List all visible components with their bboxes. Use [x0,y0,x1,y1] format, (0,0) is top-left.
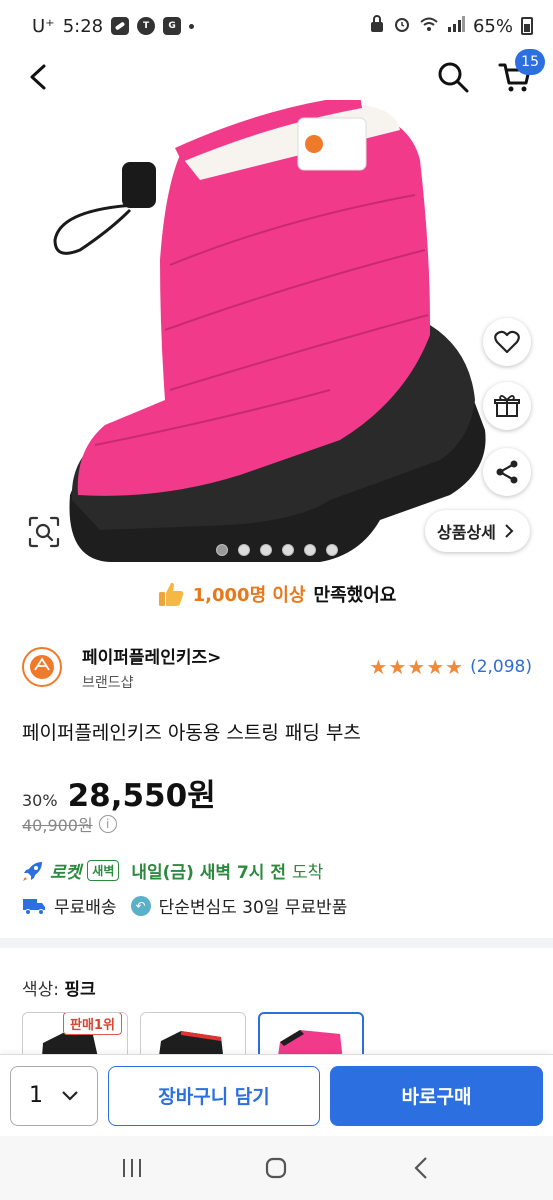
star-icon: ★ [407,655,426,679]
brand-name-link[interactable]: 페이퍼플레인키즈> [82,643,369,668]
discount-rate: 30% [22,791,58,810]
brand-text: 페이퍼플레인키즈> 브랜드샵 [82,643,369,692]
arrival-end: 도착 [291,863,324,883]
product-title: 페이퍼플레인키즈 아동용 스트링 패딩 부츠 [22,722,361,744]
truck-icon [23,898,45,915]
back-arrow-icon [30,64,46,89]
carousel-dot[interactable] [303,544,316,556]
section-divider [0,938,553,948]
carousel-indicator [0,544,553,556]
brand-logo[interactable] [22,647,62,687]
talk-icon: T [137,17,156,35]
add-to-cart-button[interactable]: 장바구니 담기 [108,1065,320,1126]
paper-planes-logo-icon [30,655,54,679]
search-button[interactable] [433,57,473,97]
rating[interactable]: ★ ★ ★ ★ ★ (2,098) [369,657,532,677]
quantity-select[interactable]: 1 [10,1065,98,1126]
color-label-prefix: 색상: [22,980,60,1000]
carrier-label: U⁺ [32,15,55,37]
status-left: U⁺ 5:28 T G [32,15,195,37]
return-icon: ↶ [130,895,151,916]
original-price: 40,900원 [22,816,93,835]
arrival-time: 내일(금) 새벽 7시 전 [131,863,286,883]
back-button[interactable] [18,57,58,97]
nav-actions: 15 [433,48,545,97]
product-detail-label: 상품상세 [437,523,496,542]
cart-button[interactable]: 15 [495,48,545,97]
satisfaction-count: 1,000명 이상 [192,585,306,606]
sale-price: 28,550원 [67,778,216,814]
carousel-dot[interactable] [325,544,338,556]
cart-count-badge: 15 [515,48,545,75]
price-row: 30% 28,550원 [22,770,216,815]
free-return-label: 단순변심도 30일 무료반품 [158,898,348,918]
search-icon [438,62,469,92]
free-shipping-label: 무료배송 [54,898,117,918]
status-time: 5:28 [62,15,104,37]
brand-row: 페이퍼플레인키즈> 브랜드샵 ★ ★ ★ ★ ★ (2,098) [22,642,532,692]
brand-shop-label: 브랜드샵 [82,674,134,691]
chevron-right-icon [505,524,514,538]
star-icon: ★ [369,655,388,679]
system-navigation-bar [0,1136,553,1200]
home-icon [266,1157,287,1179]
thumbs-up-icon [158,582,183,606]
color-option-label: 색상: 핑크 [22,975,96,1000]
product-image-carousel[interactable]: 상품상세 [0,100,553,572]
satisfaction-text: 만족했어요 [313,585,397,606]
lock-icon [369,14,385,38]
clip-icon [111,17,130,35]
top-navigation: 15 [0,48,553,102]
carousel-dot[interactable] [281,544,294,556]
buy-now-button[interactable]: 바로구매 [330,1065,543,1126]
system-back-button[interactable] [396,1148,446,1188]
share-button[interactable] [483,448,531,496]
delivery-row: 로켓 새벽 내일(금) 새벽 7시 전 도착 [22,858,323,883]
chevron-down-icon [62,1090,78,1101]
status-bar: U⁺ 5:28 T G 65% [0,0,553,52]
rocket-icon [23,861,42,881]
shipping-row: 무료배송 ↶ 단순변심도 30일 무료반품 [22,893,347,918]
battery-percent: 65% [472,15,513,37]
quantity-value: 1 [29,1083,43,1108]
carousel-dot[interactable] [237,544,250,556]
home-button[interactable] [251,1148,301,1188]
rocket-label: 로켓 [50,863,82,883]
heart-icon [494,330,520,354]
star-icon: ★ [445,655,464,679]
signal-icon [447,15,465,37]
purchase-action-bar: 1 장바구니 담기 바로구매 [0,1054,553,1136]
carousel-dot[interactable] [259,544,272,556]
info-icon[interactable]: i [98,815,117,833]
carousel-dot[interactable] [215,544,228,556]
selected-color: 핑크 [64,980,96,1000]
star-icon: ★ [426,655,445,679]
original-price-row: 40,900원 i [22,812,117,836]
wifi-icon [419,16,439,37]
recent-apps-icon [123,1159,142,1177]
satisfaction-banner: 1,000명 이상 만족했어요 [0,575,553,613]
status-right: 65% [369,14,533,38]
g-icon: G [163,17,182,35]
wishlist-button[interactable] [483,318,531,366]
dawn-badge: 새벽 [87,860,120,881]
alarm-icon [393,15,411,38]
more-notifications-dot [189,23,195,29]
gift-icon [494,395,520,417]
best-seller-badge: 판매1위 [63,1013,122,1035]
gift-button[interactable] [483,382,531,430]
star-icon: ★ [388,655,407,679]
review-count[interactable]: (2,098) [470,657,532,677]
battery-icon [521,17,533,35]
recent-apps-button[interactable] [107,1148,157,1188]
product-image [53,100,486,562]
back-chevron-icon [414,1157,427,1179]
share-icon [496,460,518,484]
